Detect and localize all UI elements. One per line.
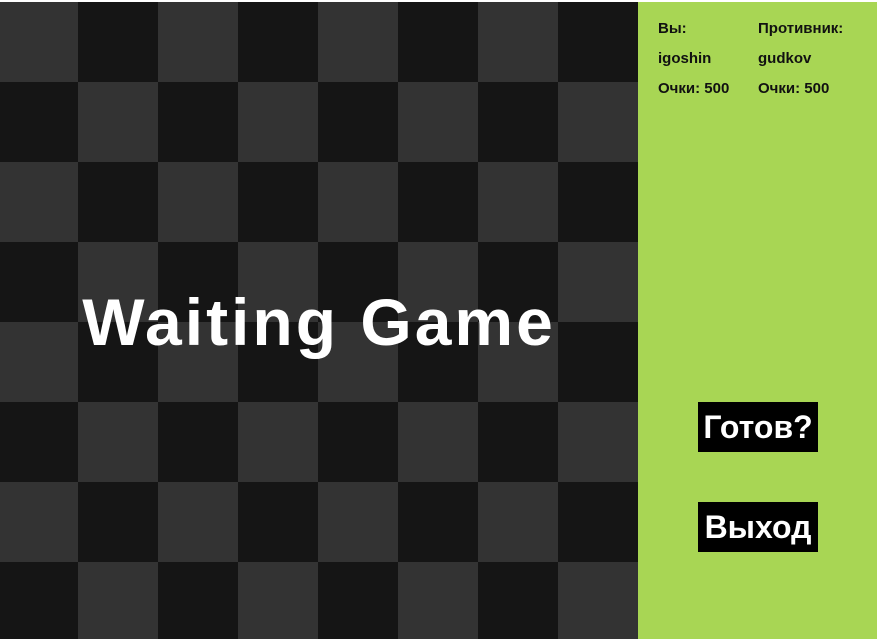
board-square (158, 562, 238, 639)
board-square (0, 82, 78, 162)
waiting-title: Waiting Game (82, 285, 556, 359)
opponent-score: Очки: 500 (758, 80, 830, 97)
board-square (558, 562, 638, 639)
board-square (398, 402, 478, 482)
board-square (78, 2, 158, 82)
board-square (158, 482, 238, 562)
board-square (0, 162, 78, 242)
board-square (238, 2, 318, 82)
board-square (0, 482, 78, 562)
sidebar-panel: Вы: igoshin Очки: 500 Противник: gudkov … (638, 2, 877, 639)
opponent-heading: Противник: (758, 20, 844, 37)
board-square (318, 82, 398, 162)
board-square (558, 482, 638, 562)
board-square (158, 2, 238, 82)
board-square (0, 402, 78, 482)
board-square (318, 562, 398, 639)
board-square (78, 82, 158, 162)
board-square (398, 82, 478, 162)
board-square (398, 482, 478, 562)
board-square (398, 562, 478, 639)
board-square (0, 2, 78, 82)
board-square (478, 162, 558, 242)
board-square (158, 82, 238, 162)
board-square (478, 402, 558, 482)
ready-button[interactable]: Готов? (698, 402, 818, 452)
board-square (478, 82, 558, 162)
board-square (238, 162, 318, 242)
board-square (318, 482, 398, 562)
player-heading: Вы: (658, 20, 687, 37)
board-square (78, 482, 158, 562)
exit-button[interactable]: Выход (698, 502, 818, 552)
board-square (478, 482, 558, 562)
board-square (238, 82, 318, 162)
board-square (238, 562, 318, 639)
board-square (478, 562, 558, 639)
board-square (318, 402, 398, 482)
board-square (78, 162, 158, 242)
player-name: igoshin (658, 50, 712, 67)
board-square (318, 2, 398, 82)
opponent-name: gudkov (758, 50, 812, 67)
board-square (0, 562, 78, 639)
board-square (558, 2, 638, 82)
board-square (238, 402, 318, 482)
player-score: Очки: 500 (658, 80, 730, 97)
board-square (558, 82, 638, 162)
board-square (158, 162, 238, 242)
game-board: Waiting Game (0, 2, 638, 639)
board-square (398, 2, 478, 82)
board-square (78, 402, 158, 482)
board-square (558, 402, 638, 482)
board-square (238, 482, 318, 562)
board-square (478, 2, 558, 82)
board-square (558, 162, 638, 242)
board-square (318, 162, 398, 242)
board-square (398, 162, 478, 242)
board-square (158, 402, 238, 482)
board-square (78, 562, 158, 639)
